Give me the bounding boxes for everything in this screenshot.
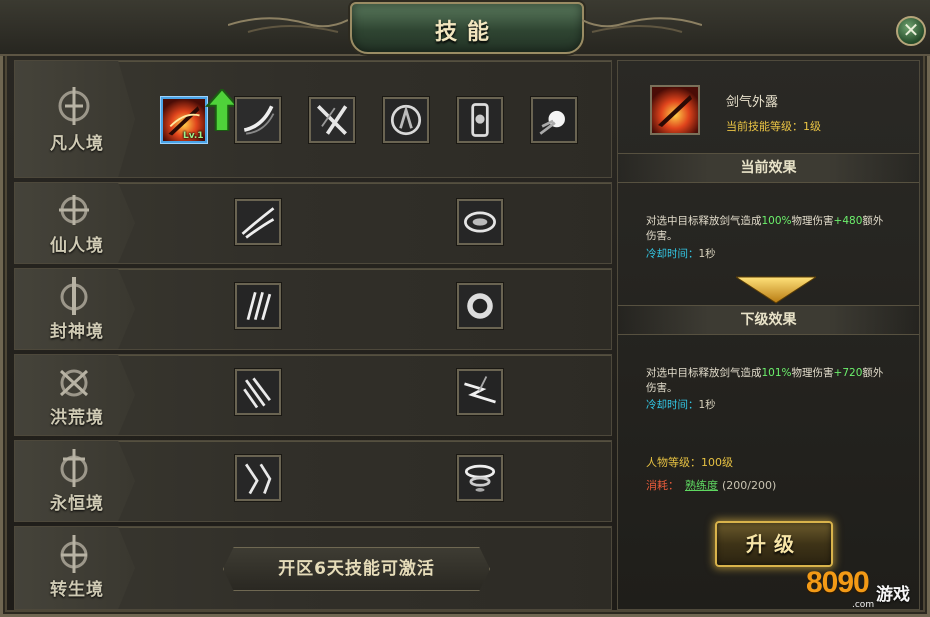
next-level-arrow-icon	[736, 276, 816, 304]
tier-emblem-icon	[58, 87, 90, 125]
tier-row-deity: 封神境	[14, 268, 612, 350]
next-effect-desc: 对选中目标释放剑气造成101%物理伤害+720额外伤害。	[646, 366, 886, 396]
tier-emblem-icon	[59, 369, 89, 397]
tier-row-immortal: 仙人境	[14, 182, 612, 264]
proficiency-link[interactable]: 熟练度	[685, 479, 718, 492]
title-plate: 技能	[350, 2, 584, 54]
cooldown-label: 冷却时间：	[646, 248, 699, 260]
site-watermark-logo: 8090 游戏 .com	[806, 560, 928, 616]
skill-slot[interactable]	[235, 283, 281, 329]
level-requirement: 人物等级：100级	[646, 456, 733, 469]
desc-text: 对选中目标释放剑气造成	[646, 367, 762, 379]
close-icon: ✕	[902, 18, 920, 42]
activation-notice: 开区6天技能可激活	[223, 547, 490, 591]
dark-orb-icon	[459, 285, 501, 327]
damage-bonus: +480	[833, 215, 863, 227]
skill-slot[interactable]	[235, 199, 281, 245]
tier-header: 仙人境	[15, 183, 135, 263]
tier-row-mortal: 凡人境 Lv.1	[14, 60, 612, 178]
tier-name: 封神境	[50, 322, 104, 342]
skill-slot[interactable]	[309, 97, 355, 143]
tier-row-primordial: 洪荒境	[14, 354, 612, 436]
current-effect-desc: 对选中目标释放剑气造成100%物理伤害+480额外伤害。	[646, 214, 886, 244]
title-ornament-left	[228, 17, 348, 33]
skill-slot[interactable]	[457, 97, 503, 143]
next-effect-header: 下级效果	[618, 305, 919, 335]
blade-arc-icon	[237, 99, 279, 141]
skill-detail-panel: 剑气外露 当前技能等级：1级 当前效果 对选中目标释放剑气造成100%物理伤害+…	[617, 60, 920, 610]
skill-slot[interactable]	[383, 97, 429, 143]
logo-domain: .com	[852, 600, 875, 610]
tier-name: 仙人境	[50, 236, 104, 256]
sword-slash-fire-icon	[652, 87, 698, 133]
tier-row-eternal: 永恒境	[14, 440, 612, 522]
desc-text: 物理伤害	[791, 367, 834, 379]
close-button[interactable]: ✕	[896, 16, 926, 46]
skill-slot-selected[interactable]: Lv.1	[161, 89, 240, 143]
tier-header: 凡人境	[15, 61, 135, 177]
cooldown-value: 1秒	[698, 248, 716, 260]
skill-name: 剑气外露	[726, 95, 779, 110]
tier-emblem-icon	[59, 195, 89, 225]
current-cooldown: 冷却时间：1秒	[646, 246, 716, 261]
spirit-shield-icon	[385, 99, 427, 141]
desc-text: 物理伤害	[791, 215, 834, 227]
tier-header: 永恒境	[15, 441, 135, 521]
tier-header: 转生境	[15, 527, 135, 609]
claw-strike-icon	[237, 285, 279, 327]
skill-slot[interactable]	[235, 455, 281, 501]
skill-slot[interactable]	[457, 455, 503, 501]
cost-amount: (200/200)	[722, 479, 777, 492]
skill-slot[interactable]	[235, 97, 281, 143]
cooldown-value: 1秒	[698, 399, 716, 411]
tier-emblem-icon	[60, 535, 88, 573]
damage-bonus: +720	[833, 367, 863, 379]
beast-fang-icon	[237, 457, 279, 499]
tier-name: 洪荒境	[50, 408, 104, 428]
logo-text: 游戏	[876, 585, 910, 605]
rain-strike-icon	[237, 371, 279, 413]
skill-slot[interactable]	[457, 369, 503, 415]
wind-blades-icon	[237, 201, 279, 243]
title-bar: 技能 ✕	[0, 0, 930, 56]
tier-header: 封神境	[15, 269, 135, 349]
skill-slot[interactable]	[457, 199, 503, 245]
tier-name: 永恒境	[50, 494, 104, 514]
cooldown-label: 冷却时间：	[646, 399, 699, 411]
comet-icon	[533, 99, 575, 141]
skill-slot[interactable]	[457, 283, 503, 329]
damage-percent: 100%	[761, 215, 792, 227]
window-title: 技能	[434, 19, 499, 45]
tornado-icon	[459, 457, 501, 499]
skill-slot[interactable]	[531, 97, 577, 143]
tier-name: 转生境	[50, 580, 104, 600]
tier-header: 洪荒境	[15, 355, 135, 435]
logo-digits: 8090	[806, 566, 870, 599]
detail-skill-icon	[650, 85, 700, 135]
cross-slash-icon	[311, 99, 353, 141]
tier-name: 凡人境	[50, 134, 104, 154]
skill-level: 当前技能等级：1级	[726, 120, 821, 133]
vortex-ring-icon	[459, 201, 501, 243]
desc-text: 对选中目标释放剑气造成	[646, 215, 762, 227]
tier-emblem-icon	[60, 277, 88, 315]
tier-row-reborn: 转生境 开区6天技能可激活	[14, 526, 612, 610]
skill-slot[interactable]	[235, 369, 281, 415]
lightning-burst-icon	[459, 371, 501, 413]
tier-list: 凡人境 Lv.1 仙人境 封神境 洪荒境 永恒境 转生境 开区6天技能可激活	[14, 60, 612, 610]
tier-emblem-icon	[60, 449, 88, 487]
current-effect-header: 当前效果	[618, 153, 919, 183]
cost-label: 消耗：	[646, 479, 679, 492]
totem-icon	[459, 99, 501, 141]
next-cooldown: 冷却时间：1秒	[646, 397, 716, 412]
damage-percent: 101%	[761, 367, 792, 379]
title-ornament-right	[582, 17, 702, 33]
upgrade-cost: 消耗： 熟练度 (200/200)	[646, 477, 776, 493]
level-badge: Lv.1	[183, 131, 204, 141]
